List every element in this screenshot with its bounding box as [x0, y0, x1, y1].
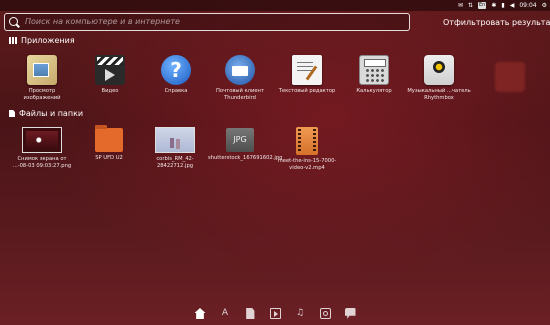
app-label: Просмотр изображений — [23, 88, 61, 101]
applications-lens-icon[interactable]: A — [220, 308, 231, 319]
screenshot-thumbnail — [22, 127, 62, 153]
gear-icon[interactable]: ⚙ — [542, 2, 547, 9]
app-label: Видео — [101, 88, 119, 94]
app-label: Музыкальный ...чатель Rhythmbox — [407, 88, 471, 101]
app-help[interactable]: ? Справка — [144, 55, 208, 95]
home-lens-icon[interactable] — [194, 308, 206, 319]
folder-icon — [95, 125, 123, 152]
file-video[interactable]: meet-the-ins-15-7000-video-v2.mp4 — [275, 127, 339, 171]
file-label: corbis_RM_42-28422712.jpg — [156, 156, 194, 169]
search-icon — [9, 17, 18, 26]
app-image-viewer[interactable]: Просмотр изображений — [10, 55, 74, 101]
thunderbird-icon — [225, 55, 255, 85]
photos-lens-icon[interactable] — [319, 308, 331, 319]
faded-app-icon — [495, 62, 525, 92]
file-photo[interactable]: corbis_RM_42-28422712.jpg — [143, 127, 207, 169]
app-rhythmbox[interactable]: Музыкальный ...чатель Rhythmbox — [407, 55, 471, 101]
search-placeholder: Поиск на компьютере и в интернете — [25, 17, 180, 26]
filter-results-label: Отфильтровать результаты — [443, 18, 550, 27]
jpg-file-icon: JPG — [226, 128, 254, 152]
app-faded — [478, 62, 542, 92]
applications-category-icon — [9, 37, 17, 44]
photo-thumbnail — [155, 127, 195, 153]
applications-heading[interactable]: Приложения — [9, 36, 75, 45]
social-lens-icon[interactable] — [344, 308, 356, 319]
files-heading[interactable]: Файлы и папки — [9, 109, 83, 118]
bluetooth-icon[interactable]: ✱ — [491, 2, 496, 9]
file-jpg[interactable]: JPG shutterstock_167691602.jpg — [208, 128, 283, 162]
video-player-icon — [95, 55, 125, 85]
top-panel: ✉ ⇅ En ✱ ▮ ◀ 09:04 ⚙ — [0, 0, 550, 11]
help-icon: ? — [161, 55, 191, 85]
app-label: Почтовый клиент Thunderbird — [216, 88, 264, 101]
mail-icon[interactable]: ✉ — [458, 2, 463, 9]
files-lens-icon[interactable] — [246, 308, 255, 319]
filter-results-button[interactable]: Отфильтровать результаты — [443, 18, 550, 27]
app-thunderbird[interactable]: Почтовый клиент Thunderbird — [208, 55, 272, 101]
image-viewer-icon — [27, 55, 57, 85]
app-label: Справка — [164, 88, 188, 94]
volume-icon[interactable]: ◀ — [510, 2, 515, 9]
file-label: Снимок экрана от ...-08-03 09:03:27.png — [12, 156, 72, 169]
app-text-editor[interactable]: Текстовый редактор — [275, 55, 339, 95]
lens-bar: A ♫ — [0, 308, 550, 325]
search-input[interactable]: Поиск на компьютере и в интернете — [4, 13, 410, 31]
app-label: Текстовый редактор — [278, 88, 336, 94]
calculator-icon — [359, 55, 389, 85]
system-tray: ✉ ⇅ En ✱ ▮ ◀ 09:04 ⚙ — [458, 1, 547, 10]
video-file-icon — [296, 127, 318, 155]
file-label: shutterstock_167691602.jpg — [208, 155, 283, 161]
app-calculator[interactable]: Калькулятор — [342, 55, 406, 95]
rhythmbox-icon — [424, 55, 454, 85]
music-lens-icon[interactable]: ♫ — [295, 308, 306, 319]
video-lens-icon[interactable] — [269, 308, 281, 319]
app-video[interactable]: Видео — [78, 55, 142, 95]
file-screenshot[interactable]: Снимок экрана от ...-08-03 09:03:27.png — [10, 127, 74, 169]
files-category-icon — [9, 110, 15, 117]
text-editor-icon — [292, 55, 322, 85]
file-label: meet-the-ins-15-7000-video-v2.mp4 — [277, 158, 337, 171]
battery-icon[interactable]: ▮ — [501, 2, 504, 9]
keyboard-layout-indicator[interactable]: En — [478, 2, 487, 9]
clock[interactable]: 09:04 — [519, 2, 536, 9]
file-label: SP UFD U2 — [95, 155, 123, 161]
network-icon[interactable]: ⇅ — [468, 2, 473, 9]
file-folder[interactable]: SP UFD U2 — [77, 125, 141, 162]
app-label: Калькулятор — [356, 88, 392, 94]
